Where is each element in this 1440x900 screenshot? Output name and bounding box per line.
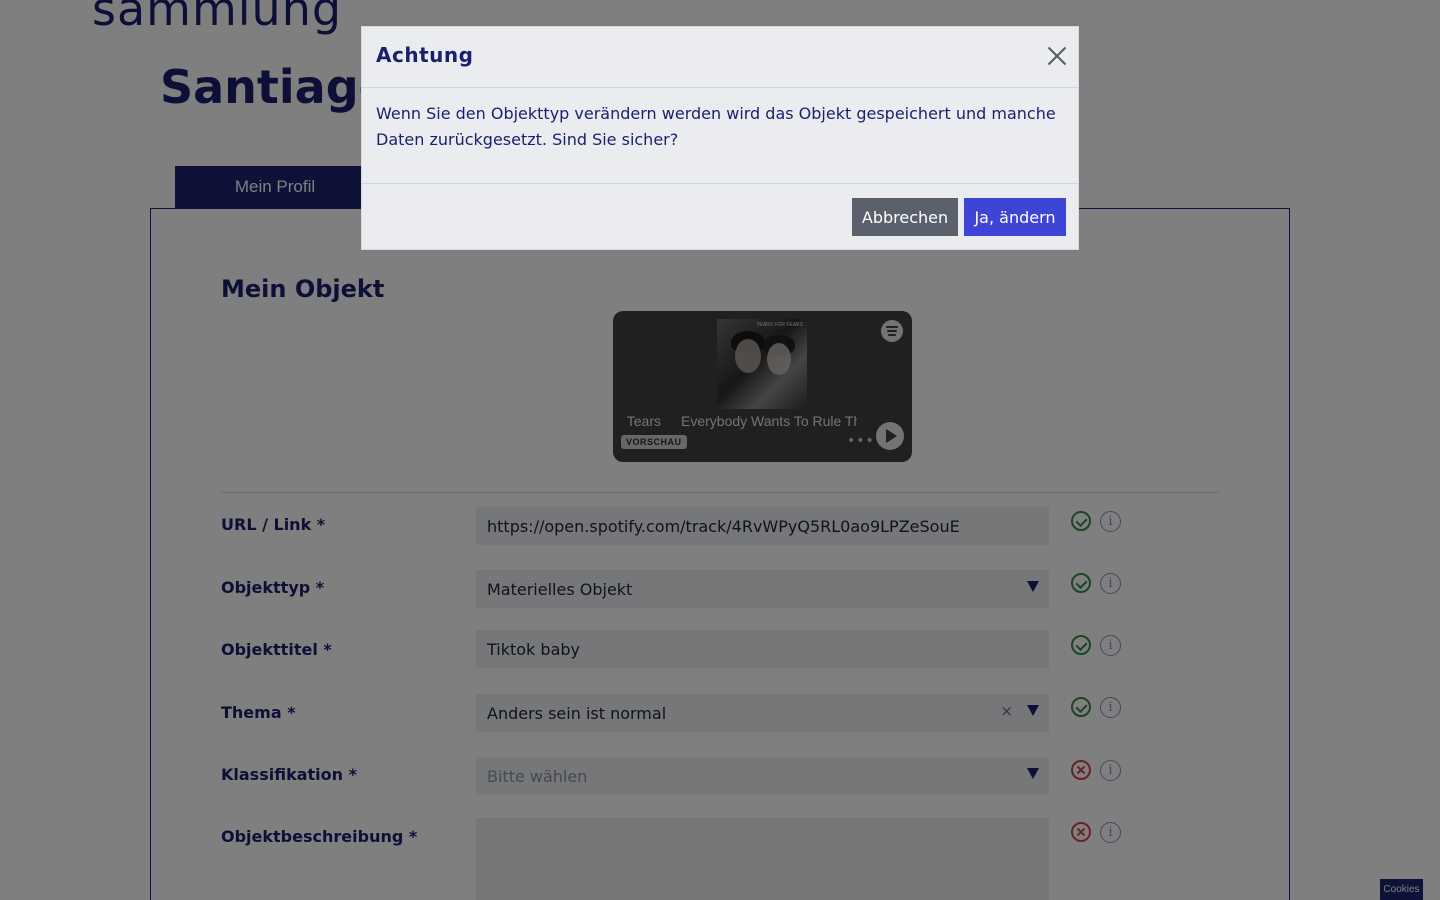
cancel-button[interactable]: Abbrechen xyxy=(852,198,958,236)
dialog-header: Achtung xyxy=(362,27,1078,88)
dialog-message: Wenn Sie den Objekttyp verändern werden … xyxy=(376,104,1056,149)
dialog-title: Achtung xyxy=(376,43,474,67)
dialog-footer-divider xyxy=(362,183,1078,184)
close-icon[interactable] xyxy=(1046,46,1067,67)
confirm-dialog: Achtung Wenn Sie den Objekttyp verändern… xyxy=(361,26,1079,250)
confirm-change-button[interactable]: Ja, ändern xyxy=(964,198,1066,236)
